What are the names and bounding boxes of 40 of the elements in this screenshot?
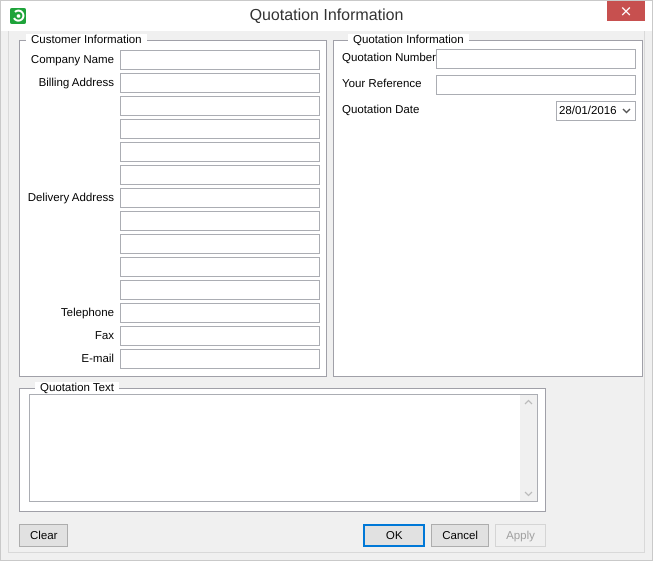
scroll-up-icon[interactable] bbox=[524, 399, 533, 405]
text-area[interactable] bbox=[29, 394, 538, 502]
field-label: Quotation Date bbox=[342, 104, 420, 116]
field-label: Company Name bbox=[30, 54, 114, 66]
input-field[interactable] bbox=[120, 348, 320, 368]
dialog-button[interactable]: Clear bbox=[19, 524, 68, 547]
date-picker[interactable]: 28/01/2016 bbox=[556, 101, 636, 121]
input-field[interactable] bbox=[120, 302, 320, 322]
dialog-button[interactable]: OK bbox=[363, 524, 426, 547]
group-title: Customer Information bbox=[26, 34, 147, 46]
field-label: Delivery Address bbox=[28, 192, 114, 204]
group-title: Quotation Text bbox=[35, 382, 119, 394]
group-title: Quotation Information bbox=[348, 34, 469, 46]
input-field[interactable] bbox=[120, 142, 320, 162]
chevron-down-icon bbox=[622, 108, 631, 114]
input-field[interactable] bbox=[120, 164, 320, 184]
input-field[interactable] bbox=[120, 72, 320, 92]
close-button[interactable]: × bbox=[607, 1, 645, 21]
field-label: Telephone bbox=[60, 306, 114, 318]
input-field[interactable] bbox=[120, 118, 320, 138]
window-title: Quotation Information bbox=[250, 7, 404, 25]
input-field[interactable] bbox=[120, 234, 320, 254]
field-label: E-mail bbox=[81, 352, 114, 364]
field-label: Billing Address bbox=[38, 76, 114, 88]
input-field[interactable] bbox=[120, 188, 320, 208]
dialog-button[interactable]: Cancel bbox=[431, 524, 489, 547]
input-field[interactable] bbox=[436, 49, 636, 69]
field-label: Your Reference bbox=[342, 78, 422, 90]
field-label: Fax bbox=[94, 330, 114, 342]
input-field[interactable] bbox=[120, 256, 320, 276]
scroll-bar[interactable] bbox=[520, 395, 537, 501]
app-icon bbox=[10, 8, 26, 24]
scroll-down-icon[interactable] bbox=[524, 491, 533, 497]
input-field[interactable] bbox=[120, 96, 320, 116]
input-field[interactable] bbox=[120, 280, 320, 300]
input-field[interactable] bbox=[436, 75, 636, 95]
input-field[interactable] bbox=[120, 210, 320, 230]
input-field[interactable] bbox=[120, 326, 320, 346]
field-label: Quotation Number bbox=[342, 52, 436, 64]
input-field[interactable] bbox=[120, 50, 320, 70]
